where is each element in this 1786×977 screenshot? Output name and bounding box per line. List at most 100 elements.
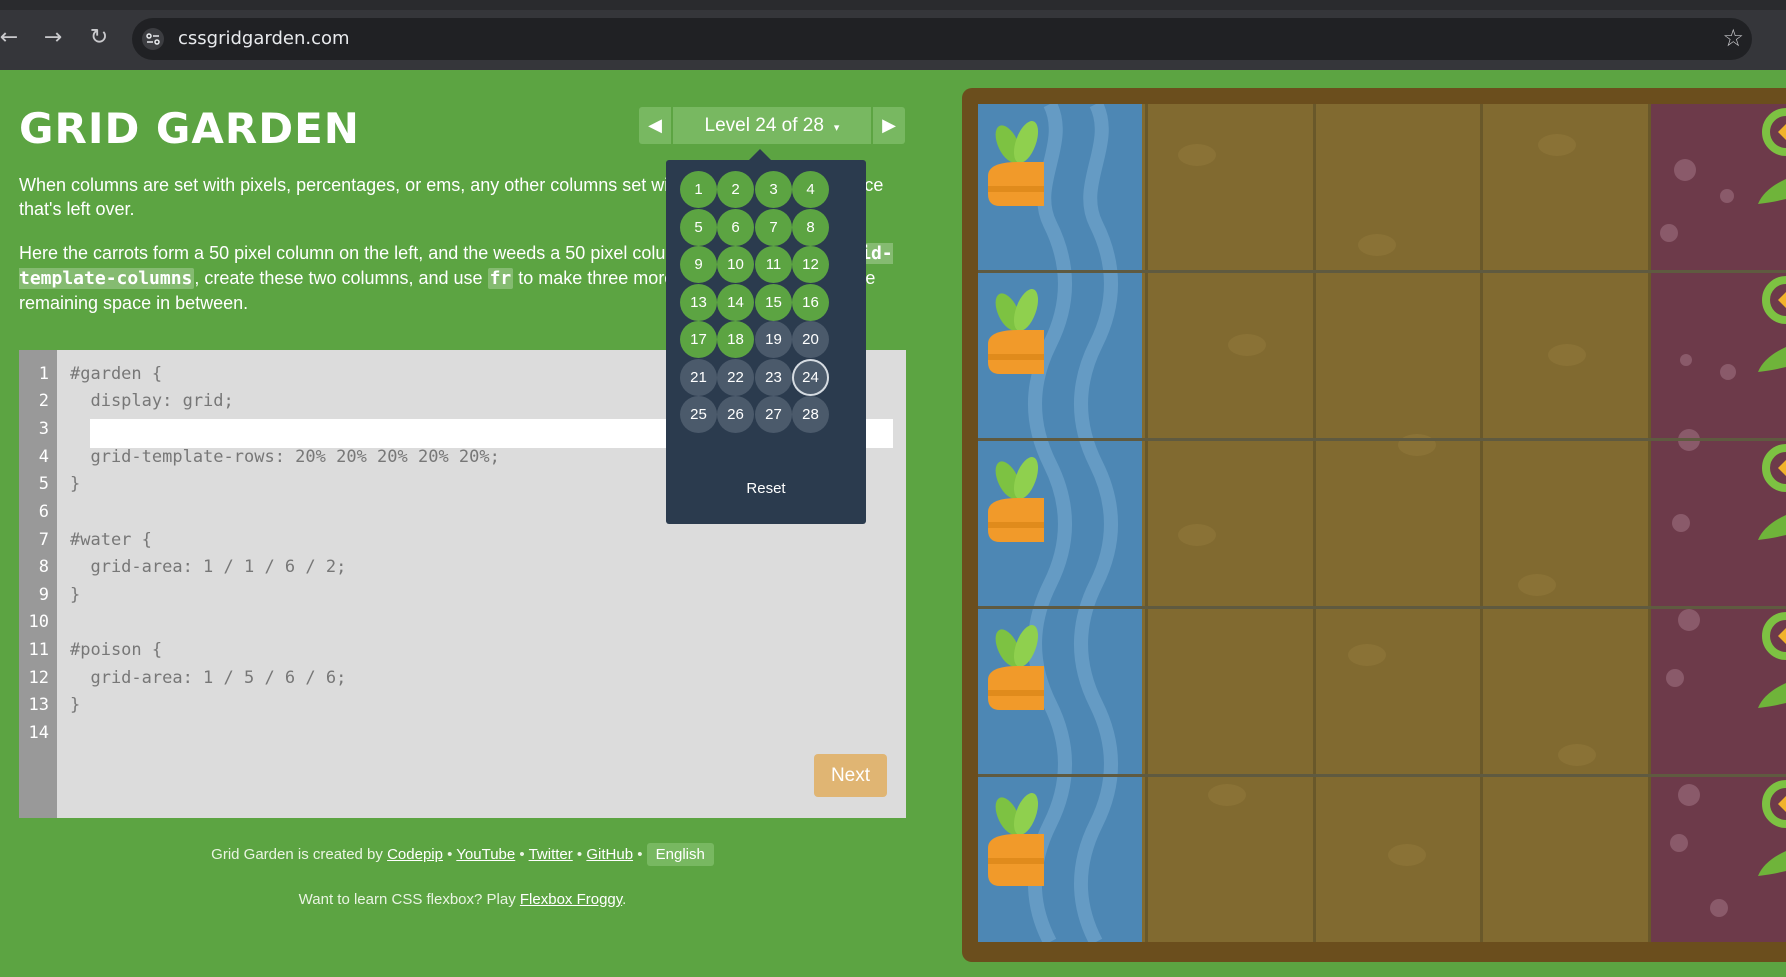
carrot-icon	[988, 289, 1044, 374]
reload-icon[interactable]: ↻	[84, 23, 114, 53]
poison-spot	[1720, 364, 1736, 380]
bookmark-star-icon[interactable]: ☆	[1722, 24, 1744, 52]
line-number: 3	[38, 419, 49, 439]
soil-spot	[1178, 144, 1216, 166]
soil-spot	[1518, 574, 1556, 596]
level-label: Level 24 of 28	[704, 115, 824, 136]
back-icon[interactable]: ←	[0, 23, 24, 53]
level-button-16[interactable]: 16	[792, 283, 829, 321]
line-number: 13	[28, 695, 49, 715]
weed-icon	[1758, 780, 1786, 876]
poison-spot	[1660, 224, 1678, 242]
grid-line	[1145, 104, 1148, 942]
level-button-26[interactable]: 26	[717, 396, 754, 433]
next-level-button[interactable]: ▶	[873, 107, 905, 144]
soil-spot	[1348, 644, 1386, 666]
level-button-19[interactable]: 19	[755, 321, 792, 358]
level-button-7[interactable]: 7	[755, 208, 792, 246]
poison-spot	[1680, 354, 1692, 366]
soil-spot	[1178, 524, 1216, 546]
level-button-5[interactable]: 5	[680, 208, 717, 246]
url-text[interactable]: cssgridgarden.com	[178, 28, 350, 49]
level-button-25[interactable]: 25	[680, 396, 717, 433]
line-number: 6	[38, 502, 49, 522]
level-indicator[interactable]: Level 24 of 28 ▾	[673, 107, 871, 144]
previous-level-button[interactable]: ◀	[639, 107, 671, 144]
grid-line	[1648, 104, 1651, 942]
level-button-13[interactable]: 13	[680, 283, 717, 321]
forward-icon[interactable]: →	[38, 23, 68, 53]
level-button-14[interactable]: 14	[717, 283, 754, 321]
line-number: 9	[38, 585, 49, 605]
site-info-icon[interactable]	[142, 28, 164, 50]
weed-icon	[1758, 444, 1786, 540]
poison-spot	[1678, 609, 1700, 631]
level-button-4[interactable]: 4	[792, 171, 829, 208]
weed-icon	[1758, 276, 1786, 372]
level-button-27[interactable]: 27	[755, 396, 792, 433]
level-button-10[interactable]: 10	[717, 246, 754, 283]
level-button-11[interactable]: 11	[755, 246, 792, 283]
tab-strip	[0, 0, 1786, 10]
poison-spot	[1720, 189, 1734, 203]
soil-spot	[1208, 784, 1246, 806]
level-button-6[interactable]: 6	[717, 208, 754, 246]
youtube-link[interactable]: YouTube	[456, 846, 515, 863]
grid-line	[978, 774, 1786, 777]
code-line: }	[70, 695, 81, 715]
line-number: 14	[28, 723, 49, 743]
code-line: }	[70, 474, 81, 494]
codepip-link[interactable]: Codepip	[387, 846, 443, 863]
level-button-2[interactable]: 2	[717, 171, 754, 208]
level-button-8[interactable]: 8	[792, 208, 829, 246]
code-line: #water {	[70, 530, 152, 550]
language-selector[interactable]: English	[646, 843, 714, 866]
level-button-21[interactable]: 21	[680, 358, 717, 396]
line-number: 4	[38, 447, 49, 467]
level-button-15[interactable]: 15	[755, 283, 792, 321]
line-number: 5	[38, 474, 49, 494]
line-number: 11	[28, 640, 49, 660]
level-button-1[interactable]: 1	[680, 171, 717, 208]
grid-line	[978, 606, 1786, 609]
level-button-18[interactable]: 18	[717, 321, 754, 358]
code-line: #garden {	[70, 364, 163, 384]
github-link[interactable]: GitHub	[586, 846, 633, 863]
address-bar[interactable]: cssgridgarden.com ☆	[132, 18, 1752, 60]
level-button-17[interactable]: 17	[680, 321, 717, 358]
poison-spot	[1674, 159, 1696, 181]
code-line: #poison {	[70, 640, 163, 660]
grid-line	[978, 438, 1786, 441]
twitter-link[interactable]: Twitter	[529, 846, 573, 863]
weed-icon	[1758, 612, 1786, 708]
level-button-23[interactable]: 23	[755, 358, 792, 396]
reset-button[interactable]: Reset	[666, 480, 866, 497]
carrot-icon	[988, 457, 1044, 542]
next-button[interactable]: Next	[814, 754, 887, 797]
code-line: grid-area: 1 / 1 / 6 / 2;	[70, 557, 347, 577]
code-line: grid-template-rows: 20% 20% 20% 20% 20%;	[70, 447, 500, 467]
grid-line	[1313, 104, 1316, 942]
froggy-promo: Want to learn CSS flexbox? Play Flexbox …	[298, 891, 627, 908]
line-number: 2	[38, 391, 49, 411]
level-button-20[interactable]: 20	[792, 321, 829, 358]
level-button-9[interactable]: 9	[680, 246, 717, 283]
level-button-24[interactable]: 24	[792, 358, 829, 396]
soil-spot	[1538, 134, 1576, 156]
carrot-icon	[988, 793, 1044, 886]
line-number: 7	[38, 530, 49, 550]
weed-icon	[1758, 108, 1786, 204]
level-selector: ◀ Level 24 of 28 ▾ ▶	[639, 107, 905, 144]
level-button-3[interactable]: 3	[755, 171, 792, 208]
code-line: }	[70, 585, 81, 605]
carrot-icon	[988, 625, 1044, 710]
levels-dropdown: Reset 1 2 3 4 5 6 7 8 9 10 11 12 13 14 15 16 17 18 19 20 21 2…	[666, 149, 866, 524]
code-line: display: grid;	[70, 391, 234, 411]
grid-line	[1480, 104, 1483, 942]
flexbox-froggy-link[interactable]: Flexbox Froggy	[520, 891, 622, 908]
soil-spot	[1558, 744, 1596, 766]
level-button-28[interactable]: 28	[792, 396, 829, 433]
code-keyword-fr: fr	[487, 268, 514, 289]
level-button-12[interactable]: 12	[792, 246, 829, 283]
level-button-22[interactable]: 22	[717, 358, 754, 396]
